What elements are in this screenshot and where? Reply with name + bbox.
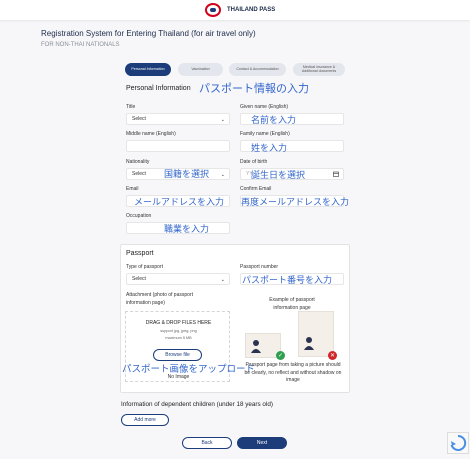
chevron-down-icon: ⌄ [220,277,225,283]
brand-name: THAILAND PASS [227,7,276,13]
dependents-heading: Information of dependent children (under… [121,401,273,408]
middle-name-label: Middle name (English) [126,131,176,137]
passport-heading: Passport [126,250,154,257]
drop-zone-title: DRAG & DROP FILES HERE [145,320,212,326]
check-icon: ✓ [276,351,285,360]
personal-heading-note: パスポート情報の入力 [199,82,309,95]
confirm-email-note: 再度メールアドレスを入力 [241,198,350,208]
middle-name-input[interactable] [126,140,230,152]
title-label: Title [126,104,136,110]
browse-file-button[interactable]: Browse file [153,349,202,361]
family-name-note: 姓を入力 [251,144,288,154]
passport-number-label: Passport number [240,264,279,270]
upload-note: パスポート画像をアップロード [122,364,256,375]
step-medical-insurance[interactable]: Medical insurance & Additional documents [293,63,345,76]
title-select-value: Select [132,116,146,122]
chevron-down-icon: ⌄ [220,117,225,123]
recaptcha-badge[interactable] [447,432,469,454]
confirm-email-label: Confirm Email [240,186,272,192]
passport-type-value: Select [132,276,146,282]
nationality-select-value: Select [132,171,146,177]
example-caption: Passport page from taking a picture shou… [244,362,342,383]
thailand-pass-logo: THAILAND PASS [205,3,275,17]
passport-number-note: パスポート番号を入力 [242,276,333,286]
back-button[interactable]: Back [182,437,232,449]
step-vaccination[interactable]: Vaccination [178,63,223,76]
title-select[interactable]: Select ⌄ [126,113,230,125]
passport-type-label: Type of passport [126,264,163,270]
step-personal-information[interactable]: Personal Information [125,63,171,76]
add-more-button[interactable]: Add more [121,414,169,426]
occupation-note: 職業を入力 [164,225,210,235]
top-bar: THAILAND PASS [0,0,470,20]
personal-information-heading: Personal Information [126,85,191,92]
person-icon [304,337,314,350]
passport-type-select[interactable]: Select ⌄ [126,273,230,285]
given-name-note: 名前を入力 [251,116,297,126]
email-label: Email [126,186,139,192]
drop-zone-types: support jpg, jpeg, png [160,329,197,333]
logo-emblem-icon [205,3,221,17]
attachment-label: Attachment (photo of passport informatio… [126,292,193,306]
dob-note: 誕生日を選択 [251,171,306,181]
calendar-icon[interactable] [333,171,339,179]
family-name-label: Family name (English) [240,131,290,137]
occupation-label: Occupation [126,213,152,219]
example-bad-photo [298,311,334,357]
step-contact-accommodation[interactable]: Contact & Accommodation [229,63,286,76]
person-icon [251,340,261,353]
drop-zone-max: maximum 5 MB [165,336,192,340]
page-title: Registration System for Entering Thailan… [41,29,256,38]
email-note: メールアドレスを入力 [134,198,225,208]
next-button[interactable]: Next [237,437,287,449]
cross-icon: ✕ [328,351,337,360]
recaptcha-icon [450,434,467,451]
page-subtitle: FOR NON-THAI NATIONALS [41,42,120,48]
chevron-down-icon: ⌄ [220,172,225,178]
dob-label: Date of birth [240,159,268,165]
nationality-note: 国籍を選択 [164,170,210,180]
example-title: Example of passport information page [269,297,315,311]
nationality-label: Nationality [126,159,150,165]
given-name-label: Given name (English) [240,104,289,110]
